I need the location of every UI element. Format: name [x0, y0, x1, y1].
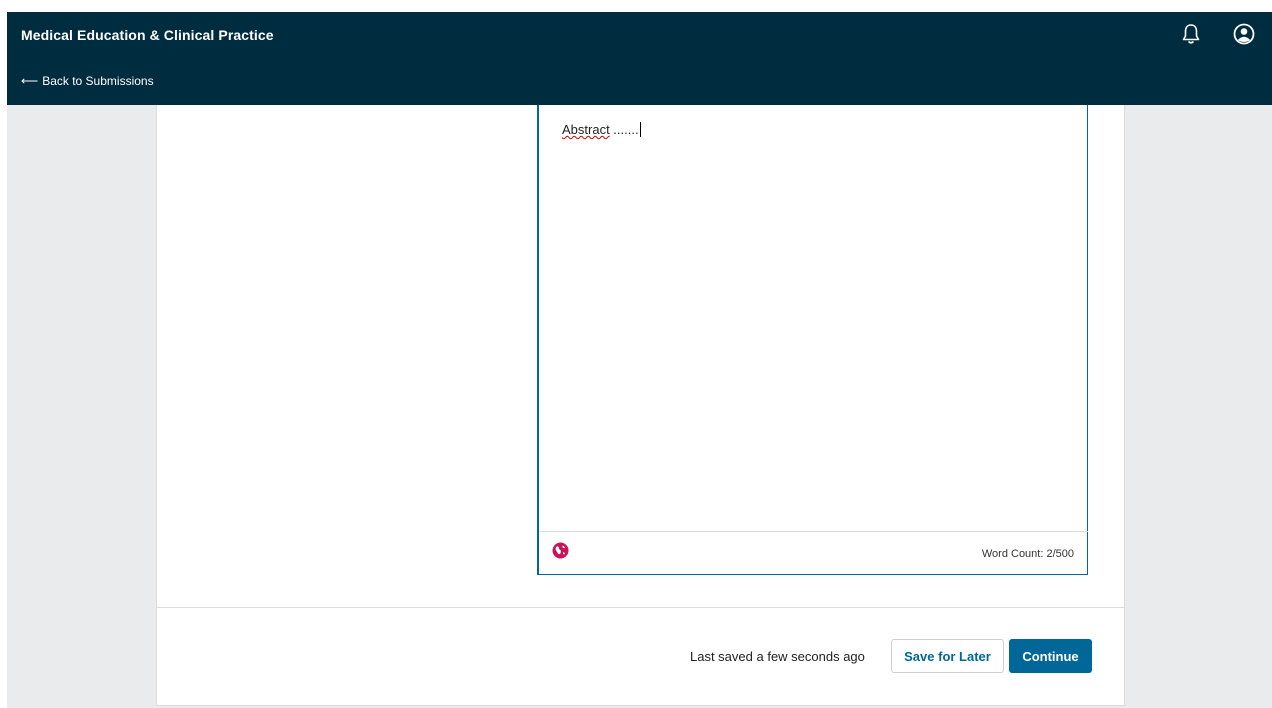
abstract-text[interactable]: Abstract ....... [562, 122, 641, 137]
word-count: Word Count: 2/500 [981, 548, 1074, 560]
top-header: Medical Education & Clinical Practice ⟵ B… [7, 12, 1272, 105]
save-status-text: Last saved a few seconds ago [690, 649, 865, 664]
abstract-trailing-text: ....... [609, 122, 639, 137]
editor-footer: Word Count: 2/500 [539, 531, 1088, 574]
back-link-label: Back to Submissions [42, 74, 154, 88]
footer-divider [157, 607, 1124, 608]
misspelled-word: Abstract [562, 122, 610, 137]
text-caret [639, 122, 641, 137]
user-account-icon[interactable] [1232, 22, 1256, 46]
continue-button[interactable]: Continue [1009, 639, 1092, 673]
globe-icon[interactable] [552, 542, 569, 559]
site-title: Medical Education & Clinical Practice [21, 27, 274, 43]
back-to-submissions-link[interactable]: ⟵ Back to Submissions [21, 74, 154, 88]
submission-panel: Abstract ....... Word Count: 2/500 Last … [156, 105, 1125, 706]
back-arrow-icon: ⟵ [21, 74, 39, 88]
abstract-editor[interactable]: Abstract ....... Word Count: 2/500 [537, 105, 1088, 575]
app-viewport: Medical Education & Clinical Practice ⟵ B… [7, 12, 1272, 708]
save-for-later-button[interactable]: Save for Later [891, 639, 1004, 673]
bell-icon[interactable] [1179, 22, 1203, 46]
